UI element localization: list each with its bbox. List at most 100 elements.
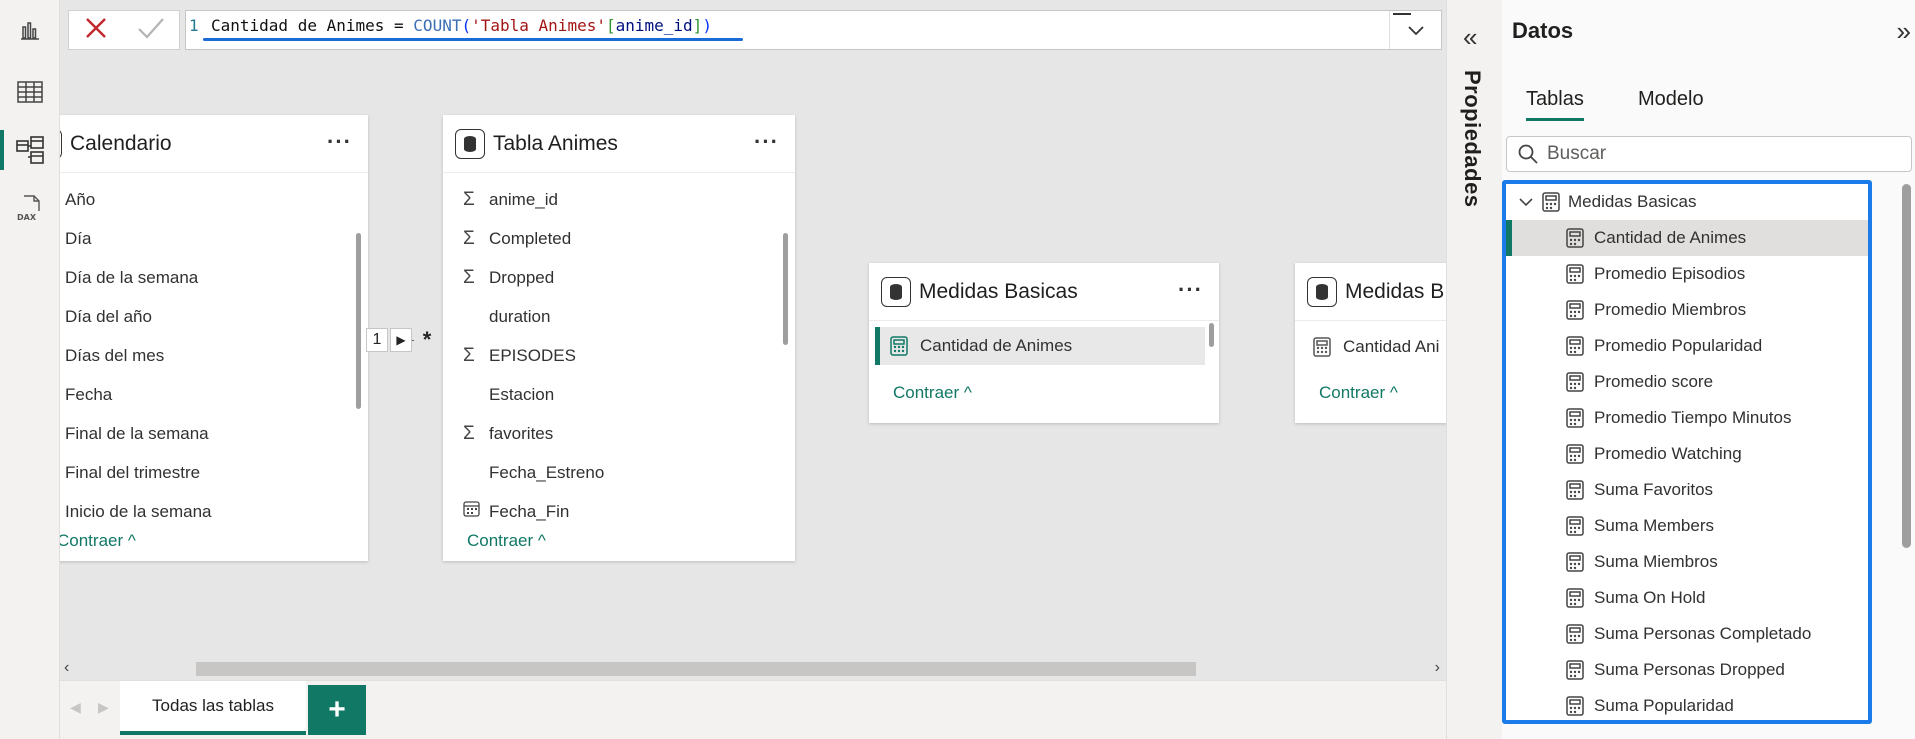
field-item[interactable]: Día del año [65, 297, 211, 336]
field-label: Fecha_Fin [489, 501, 570, 521]
field-item[interactable]: Σ Completed [463, 219, 604, 258]
field-item[interactable]: Fecha_Estreno [463, 453, 604, 492]
measure-item[interactable]: Suma Personas Completado [1506, 616, 1868, 652]
collapse-label: Contraer [1319, 383, 1386, 402]
measure-item[interactable]: Suma On Hold [1506, 580, 1868, 616]
tab-modelo[interactable]: Modelo [1638, 88, 1704, 111]
scroll-left-arrow-icon[interactable]: ‹ [64, 659, 69, 677]
measure-label: Suma Personas Completado [1594, 624, 1812, 643]
properties-label[interactable]: Propiedades [1459, 70, 1485, 208]
field-item-selected[interactable]: Cantidad de Animes [875, 327, 1205, 365]
search-input[interactable] [1547, 143, 1887, 165]
field-item[interactable]: Año [65, 180, 211, 219]
commit-button[interactable] [136, 15, 166, 46]
collapse-link[interactable]: Contraer ^ [60, 531, 136, 551]
measure-item[interactable]: Promedio score [1506, 364, 1868, 400]
measure-item[interactable]: Cantidad de Animes [1506, 220, 1868, 256]
collapse-link[interactable]: Contraer ^ [1319, 383, 1398, 403]
measure-item[interactable]: Suma Favoritos [1506, 472, 1868, 508]
field-item[interactable]: Estacion [463, 375, 604, 414]
calculator-icon [890, 336, 908, 356]
cancel-button[interactable] [83, 15, 109, 46]
add-layout-button[interactable]: + [308, 685, 366, 735]
measure-item[interactable]: Promedio Miembros [1506, 292, 1868, 328]
card-scrollbar[interactable] [356, 233, 361, 409]
measure-item[interactable]: Promedio Episodios [1506, 256, 1868, 292]
layout-tab-bar: ◀ ▶ Todas las tablas + [60, 680, 1446, 739]
field-label: Dropped [489, 267, 555, 287]
field-label: Fecha [65, 384, 113, 404]
scroll-right-arrow-icon[interactable]: › [1435, 659, 1440, 677]
measure-item[interactable]: Promedio Watching [1506, 436, 1868, 472]
table-card-tabla-animes[interactable]: Tabla Animes ··· Σanime_id Σ Completed ΣD… [443, 115, 795, 561]
measure-item[interactable]: Suma Personas Dropped [1506, 652, 1868, 688]
table-node-medidas-basicas[interactable]: Medidas Basicas [1506, 184, 1868, 220]
field-item[interactable]: duration [463, 297, 604, 336]
field-item[interactable]: Días del mes [65, 336, 211, 375]
table-card-calendario[interactable]: Calendario ··· Año Día Día de la semana … [60, 115, 368, 561]
measure-item[interactable]: Suma Popularidad [1506, 688, 1868, 720]
field-item[interactable]: Final del trimestre [65, 453, 211, 492]
measure-item[interactable]: Promedio Popularidad [1506, 328, 1868, 364]
measure-name: Cantidad de Animes [211, 16, 385, 35]
measure-label: Promedio Popularidad [1594, 336, 1763, 355]
tab-todas-las-tablas[interactable]: Todas las tablas [120, 681, 306, 735]
collapse-link[interactable]: Contraer ^ [467, 531, 546, 551]
chevron-down-icon [1519, 198, 1533, 207]
report-view-button[interactable] [0, 2, 60, 58]
dax-formula-editor[interactable]: 1 Cantidad de Animes = COUNT('Tabla Anim… [185, 10, 1442, 50]
field-label: Inicio de la semana [65, 501, 212, 521]
model-view-button[interactable] [0, 122, 60, 178]
measure-label: Promedio score [1594, 372, 1714, 391]
measure-item[interactable]: Suma Members [1506, 508, 1868, 544]
table-reference: 'Tabla Animes' [471, 16, 606, 35]
card-header: Medidas B [1295, 263, 1446, 321]
scrollbar-thumb[interactable] [196, 662, 1196, 676]
field-item[interactable]: Día [65, 219, 211, 258]
card-scrollbar[interactable] [1209, 323, 1214, 347]
table-card-medidas-basicas-2[interactable]: Medidas B Cantidad Ani Contraer ^ [1295, 263, 1446, 423]
field-item[interactable]: Σ EPISODES [463, 336, 604, 375]
table-card-medidas-basicas[interactable]: Medidas Basicas ··· Cantidad de Animes C… [869, 263, 1219, 423]
properties-pane-collapsed: « Propiedades [1446, 0, 1502, 739]
search-box[interactable] [1506, 136, 1912, 172]
field-item[interactable]: Σanime_id [463, 180, 604, 219]
bracket-open: [ [605, 16, 616, 35]
field-item[interactable]: Inicio de la semana [65, 492, 211, 531]
svg-text:DAX: DAX [17, 213, 37, 222]
more-options-button[interactable]: ··· [1178, 277, 1203, 303]
expand-formula-button[interactable] [1389, 11, 1441, 49]
field-item[interactable]: Cantidad Ani [1313, 327, 1439, 366]
expand-properties-icon[interactable]: « [1463, 22, 1477, 53]
tab-tablas[interactable]: Tablas [1526, 88, 1584, 121]
tab-prev-icon[interactable]: ◀ [70, 699, 81, 716]
collapse-link[interactable]: Contraer ^ [893, 383, 972, 403]
horizontal-scrollbar[interactable]: ‹ › [60, 658, 1446, 680]
sum-icon: Σ [463, 188, 475, 210]
more-options-button[interactable]: ··· [327, 129, 352, 155]
measure-item[interactable]: Promedio Tiempo Minutos [1506, 400, 1868, 436]
model-canvas[interactable]: Calendario ··· Año Día Día de la semana … [60, 58, 1446, 658]
field-label: EPISODES [489, 345, 576, 365]
collapse-label: Contraer [60, 531, 124, 550]
card-scrollbar[interactable] [783, 233, 788, 345]
table-view-button[interactable] [0, 64, 60, 120]
field-item[interactable]: Fecha_Fin [463, 492, 604, 531]
field-item[interactable]: Σfavorites [463, 414, 604, 453]
calculator-icon [1566, 552, 1584, 572]
relationship-line[interactable]: 1 ▶ * [366, 326, 438, 354]
field-item[interactable]: Σ Dropped [463, 258, 604, 297]
field-item[interactable]: Final de la semana [65, 414, 211, 453]
more-options-button[interactable]: ··· [754, 129, 779, 155]
calculator-icon [1566, 336, 1584, 356]
field-item[interactable]: Fecha [65, 375, 211, 414]
cardinality-one: 1 [366, 328, 388, 352]
tab-next-icon[interactable]: ▶ [98, 699, 109, 716]
data-pane-scrollbar[interactable] [1902, 184, 1911, 548]
field-item[interactable]: Día de la semana [65, 258, 211, 297]
collapse-data-pane-icon[interactable]: » [1897, 16, 1911, 47]
dax-query-view-button[interactable]: DAX [0, 180, 60, 236]
measure-label: Suma Miembros [1594, 552, 1718, 571]
measure-item[interactable]: Suma Miembros [1506, 544, 1868, 580]
bracket-close: ] [692, 16, 703, 35]
